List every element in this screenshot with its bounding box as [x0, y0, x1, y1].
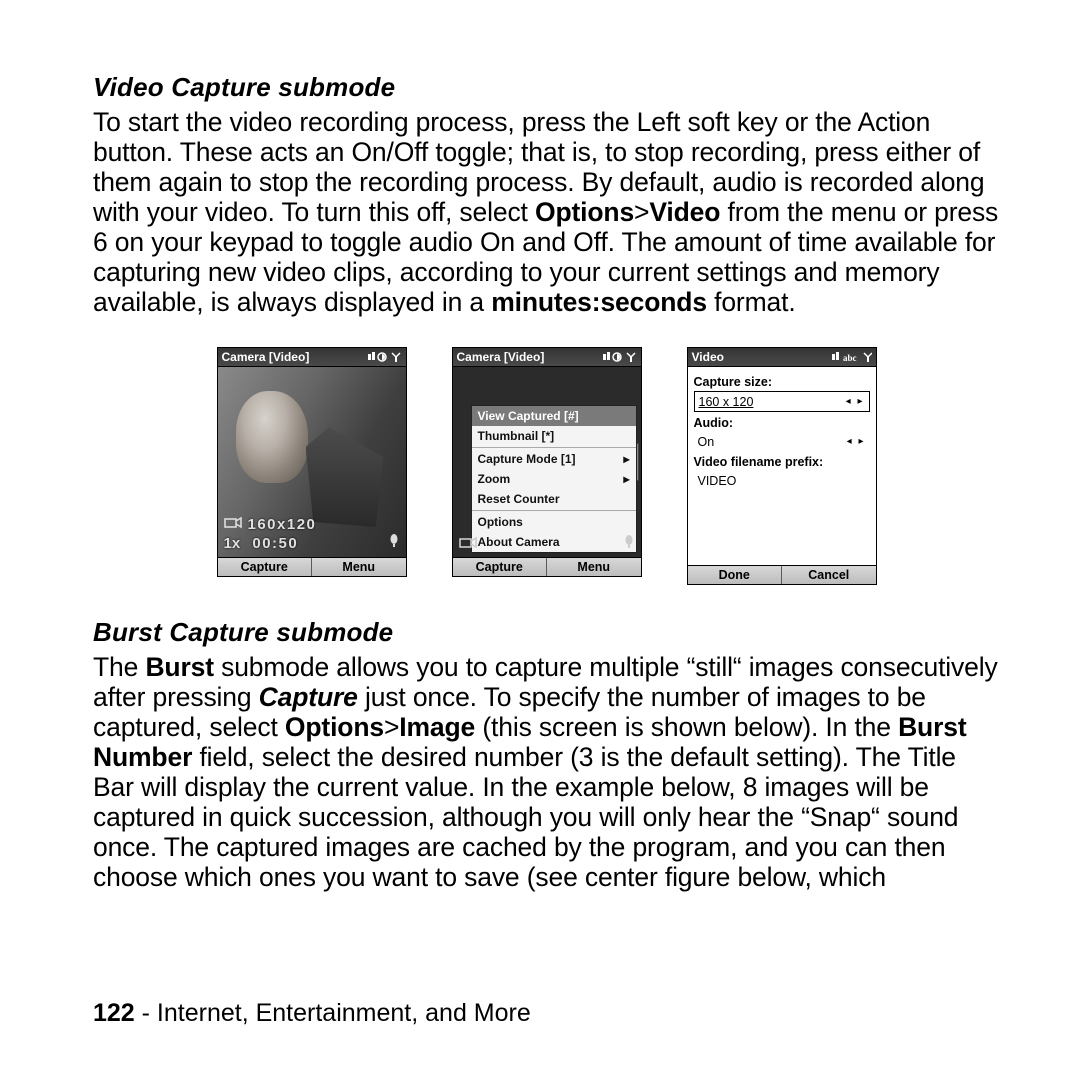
page-number: 122	[93, 999, 135, 1027]
resolution-osd: 160x120	[248, 516, 400, 533]
camera-mode-icon	[459, 536, 477, 552]
para-video-capture: To start the video recording process, pr…	[93, 107, 1000, 317]
menu-reset-counter[interactable]: Reset Counter	[472, 489, 636, 509]
label-capture-size: Capture size:	[694, 375, 870, 389]
softkey-menu[interactable]: Menu	[312, 558, 406, 576]
status-icons: abc	[832, 350, 872, 364]
softkey-capture[interactable]: Capture	[453, 558, 548, 576]
menu-thumbnail[interactable]: Thumbnail [*]	[472, 426, 636, 446]
status-icons	[368, 350, 402, 364]
heading-burst-capture: Burst Capture submode	[93, 617, 1000, 648]
menu-view-captured[interactable]: View Captured [#]	[472, 406, 636, 426]
softkey-done[interactable]: Done	[688, 566, 783, 584]
spinner-arrows-icon: ◂ ▸	[846, 396, 865, 407]
label-audio: Audio:	[694, 416, 870, 430]
softkey-cancel[interactable]: Cancel	[782, 566, 876, 584]
popup-menu: View Captured [#] Thumbnail [*] Capture …	[471, 405, 637, 553]
fig-video-menu: Camera [Video] View Captured [#] Thumbna…	[452, 347, 642, 585]
para-burst-capture: The Burst submode allows you to capture …	[93, 652, 1000, 892]
camera-mode-icon	[224, 516, 242, 533]
menu-capture-mode[interactable]: Capture Mode [1] ▸	[472, 449, 636, 469]
footer-section: - Internet, Entertainment, and More	[135, 999, 531, 1027]
softkey-capture[interactable]: Capture	[218, 558, 313, 576]
title-bar: Camera [Video]	[457, 350, 545, 364]
title-bar: Camera [Video]	[222, 350, 310, 364]
label-prefix: Video filename prefix:	[694, 455, 870, 469]
field-audio[interactable]: On ◂ ▸	[694, 432, 870, 451]
audio-on-icon	[623, 535, 635, 552]
svg-text:abc: abc	[843, 353, 857, 363]
title-bar: Video	[692, 350, 724, 364]
page-footer: 122 - Internet, Entertainment, and More	[93, 999, 531, 1028]
status-icons	[603, 350, 637, 364]
fig-video-viewfinder: Camera [Video]	[217, 347, 407, 585]
figures-row: Camera [Video]	[93, 347, 1000, 585]
submenu-arrow-icon: ▸	[623, 472, 629, 486]
field-prefix[interactable]: VIDEO	[694, 471, 870, 490]
audio-on-icon	[388, 534, 400, 552]
fig-video-settings: Video abc Capture size: 160 x 120 ◂ ▸ Au…	[687, 347, 877, 585]
field-capture-size[interactable]: 160 x 120 ◂ ▸	[694, 391, 870, 412]
heading-video-capture: Video Capture submode	[93, 72, 1000, 103]
menu-zoom[interactable]: Zoom ▸	[472, 469, 636, 489]
spinner-arrows-icon: ◂ ▸	[847, 436, 866, 447]
softkey-menu[interactable]: Menu	[547, 558, 641, 576]
menu-options[interactable]: Options	[472, 512, 636, 532]
submenu-arrow-icon: ▸	[623, 452, 629, 466]
